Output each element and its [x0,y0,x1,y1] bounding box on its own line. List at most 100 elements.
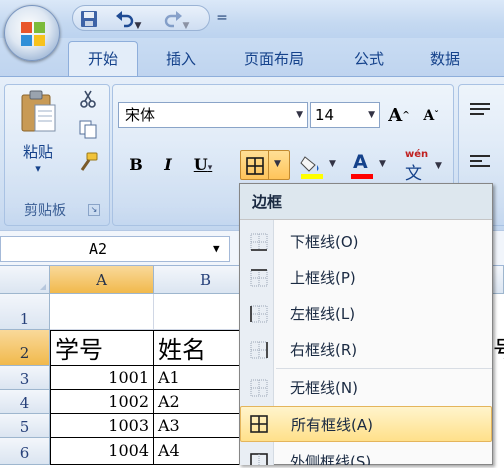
redo-dropdown-icon[interactable]: ▼ [183,21,190,31]
select-all-corner[interactable] [0,266,50,294]
phonetic-dropdown-icon[interactable]: ▼ [435,161,442,171]
partial-cell-text: 号 [493,332,504,366]
borders-button[interactable]: ▼ [240,150,290,180]
cell-a2[interactable]: 学号 [50,330,154,366]
row-header-1[interactable]: 1 [0,294,50,330]
column-header-a[interactable]: A [50,266,154,294]
name-box[interactable]: A2 ▼ [0,236,230,262]
menu-item-bottom-border[interactable]: 下框线(O) [240,224,492,260]
paste-dropdown-icon[interactable]: ▾ [13,162,63,175]
borders-icon [246,157,264,175]
scissors-icon [80,90,96,108]
row-header-4[interactable]: 4 [0,390,50,414]
fill-color-dropdown-icon[interactable]: ▼ [329,159,336,169]
name-box-dropdown-icon[interactable]: ▼ [213,237,220,261]
menu-item-outside-borders[interactable]: 外侧框线(S) [240,444,492,465]
shrink-font-button[interactable]: Aˇ [416,100,446,130]
tab-home[interactable]: 开始 [68,41,138,77]
fill-color-swatch [301,174,323,179]
grow-font-label: A [388,105,403,126]
redo-icon [164,11,182,28]
format-painter-icon [80,152,98,171]
font-color-button[interactable]: A ▼ [346,150,390,180]
shrink-caret-icon: ˇ [434,111,439,121]
underline-dropdown-icon[interactable]: ▾ [208,163,213,173]
font-size-combo[interactable]: 14 ▼ [310,102,380,128]
office-button[interactable] [4,5,60,61]
font-name-combo[interactable]: 宋体 ▼ [118,102,308,128]
menu-item-all-borders[interactable]: 所有框线(A) [240,406,492,442]
shrink-font-label: A [423,108,435,124]
select-all-triangle-icon [40,284,46,290]
bold-button[interactable]: B [124,150,148,178]
borders-dropdown-icon[interactable]: ▼ [274,159,281,169]
font-color-swatch [351,174,373,179]
row-header-6[interactable]: 6 [0,438,50,465]
align-left-icon [470,155,490,167]
underline-label: U [193,155,208,174]
row-header-2[interactable]: 2 [0,330,50,366]
cut-button[interactable] [76,88,100,112]
paste-label: 粘贴 [22,143,53,161]
tab-data[interactable]: 数据 [412,44,478,74]
phonetic-guide-button[interactable]: wén 文 ▼ [396,148,446,184]
menu-item-label: 无框线(N) [290,379,358,397]
menu-separator [276,368,492,369]
tab-formulas[interactable]: 公式 [336,44,402,74]
fill-color-button[interactable]: ▼ [296,150,340,180]
save-button[interactable] [78,7,100,29]
tab-page-layout[interactable]: 页面布局 [228,44,320,74]
borders-split-divider [268,151,269,179]
clipboard-dialog-launcher-icon[interactable]: ↘ [88,204,100,216]
borders-menu-title: 边框 [240,184,492,220]
undo-icon [115,11,133,28]
clipboard-group-label: 剪贴板 [24,203,66,219]
font-color-letter-icon: A [353,151,368,173]
font-name-value: 宋体 [125,106,156,124]
menu-item-label: 上框线(P) [290,269,356,287]
format-painter-button[interactable] [76,150,100,174]
undo-button[interactable]: ▼ [106,7,150,31]
all-borders-icon [250,415,268,433]
menu-item-label: 所有框线(A) [291,416,373,434]
row-header-3[interactable]: 3 [0,366,50,390]
name-box-value: A2 [89,240,108,258]
menu-item-no-border[interactable]: 无框线(N) [240,370,492,406]
customize-toolbar-button[interactable]: = [215,7,229,29]
menu-item-top-border[interactable]: 上框线(P) [240,260,492,296]
tab-insert[interactable]: 插入 [148,44,214,74]
menu-item-left-border[interactable]: 左框线(L) [240,296,492,332]
top-align-button[interactable] [464,100,496,128]
cell-a3[interactable]: 1001 [50,365,154,390]
right-border-icon [250,341,268,359]
row-header-5[interactable]: 5 [0,414,50,438]
menu-item-label: 外侧框线(S) [290,453,372,465]
font-size-value: 14 [315,106,335,124]
cell-a1[interactable] [50,294,154,330]
save-icon [81,11,97,27]
undo-dropdown-icon[interactable]: ▼ [135,21,142,31]
redo-button[interactable]: ▼ [154,7,198,31]
underline-button[interactable]: U▾ [188,150,218,178]
paste-button[interactable]: 粘贴 ▾ [12,88,64,190]
office-logo-icon [21,22,45,46]
menu-item-label: 右框线(R) [290,341,358,359]
font-name-dropdown-icon[interactable]: ▼ [296,103,303,127]
font-color-dropdown-icon[interactable]: ▼ [379,159,386,169]
cell-a5[interactable]: 1003 [50,413,154,438]
italic-button[interactable]: I [156,150,180,178]
grow-font-button[interactable]: A^ [384,100,414,130]
top-border-icon [250,269,268,287]
bottom-border-icon [250,233,268,251]
no-border-icon [250,379,268,397]
align-left-button[interactable] [464,152,496,180]
cell-a6[interactable]: 1004 [50,437,154,465]
copy-button[interactable] [76,118,100,142]
grow-caret-icon: ^ [402,111,410,121]
menu-item-label: 下框线(O) [290,233,359,251]
phonetic-char-label: 文 [405,164,422,184]
menu-item-right-border[interactable]: 右框线(R) [240,332,492,368]
font-size-dropdown-icon[interactable]: ▼ [368,103,375,127]
menu-item-label: 左框线(L) [290,305,356,323]
cell-a4[interactable]: 1002 [50,389,154,414]
